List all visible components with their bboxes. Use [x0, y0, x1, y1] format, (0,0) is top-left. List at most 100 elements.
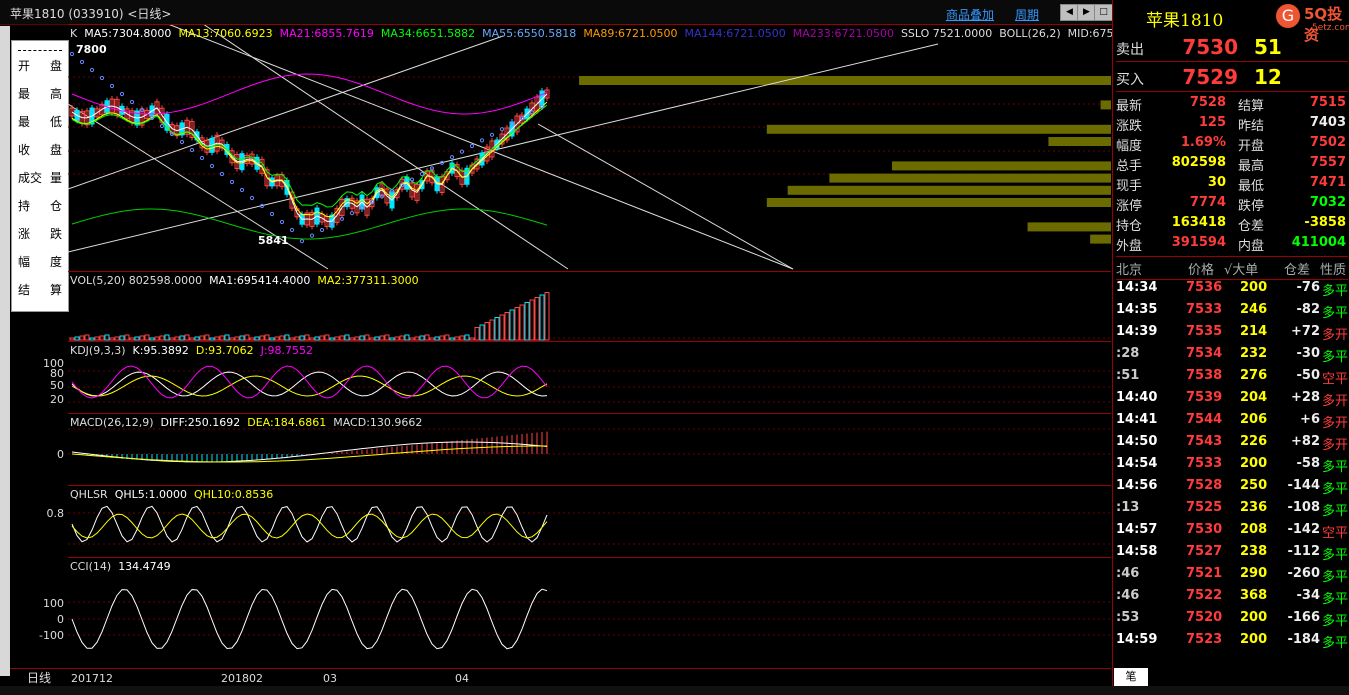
tick-oi-change: -58	[1296, 456, 1321, 471]
low-price-label: 5841	[258, 234, 289, 247]
tick-time: 14:35	[1116, 302, 1158, 317]
tick-nature: 多平	[1322, 614, 1349, 629]
tick-nature: 多平	[1322, 592, 1349, 607]
stat-row: 持仓 163418 仓差 -3858	[1116, 214, 1348, 234]
quote-field-label: 收盘	[12, 141, 68, 158]
stat-label: 最新	[1116, 99, 1143, 114]
chart-header-bar: 苹果1810 (033910) <日线> 商品叠加 周期 ◀ ▶ □	[0, 0, 1113, 25]
tick-row: :13 7525 236 -108 多平	[1116, 498, 1348, 520]
tick-time: :46	[1116, 588, 1140, 603]
tick-price: 7534	[1186, 346, 1223, 361]
tick-nature: 多平	[1322, 504, 1349, 519]
tick-volume: 238	[1240, 544, 1268, 559]
quote-field-char: 最	[18, 115, 31, 129]
tick-oi-change: +28	[1291, 390, 1320, 405]
tick-oi-change: -50	[1296, 368, 1321, 383]
tick-price: 7520	[1186, 610, 1223, 625]
qhlsr-axis-08: 0.8	[46, 507, 65, 520]
quote-field-label: 涨跌	[12, 225, 68, 242]
macd-axis-0: 0	[57, 448, 64, 461]
tick-volume: 232	[1240, 346, 1268, 361]
left-toolbar[interactable]	[0, 26, 10, 676]
legend-item: VOL(5,20) 802598.0000	[70, 274, 203, 287]
quote-field-char: 仓	[49, 199, 62, 213]
legend-item: K	[70, 27, 78, 40]
macd-legend: MACD(26,12,9) DIFF:250.1692 DEA:184.6861 MA…	[70, 416, 429, 429]
legend-item: MA5:7304.8000	[84, 27, 172, 40]
tick-volume: 200	[1240, 280, 1268, 295]
stat-value: -3858	[1304, 215, 1346, 230]
stat-label: 涨停	[1116, 199, 1143, 214]
quote-field-char: 成交	[18, 171, 43, 185]
tick-row: 14:34 7536 200 -76 多平	[1116, 278, 1348, 300]
legend-item: MA233:6721.0500	[792, 27, 894, 40]
kdj-axis-50: 50	[50, 379, 64, 392]
quote-field-char: 算	[49, 283, 62, 297]
tick-oi-change: -144	[1287, 478, 1320, 493]
period-label[interactable]: 日线	[10, 668, 68, 687]
tick-oi-change: +82	[1291, 434, 1320, 449]
legend-item: K:95.3892	[132, 344, 189, 357]
tick-oi-change: +6	[1300, 412, 1320, 427]
tick-volume: 208	[1240, 522, 1268, 537]
tick-nature: 多平	[1322, 350, 1349, 365]
stat-label: 总手	[1116, 159, 1143, 174]
tick-price: 7535	[1186, 324, 1223, 339]
stat-value: 802598	[1171, 155, 1226, 170]
tick-oi-change: -112	[1287, 544, 1320, 559]
stat-label: 幅度	[1116, 139, 1143, 154]
tick-volume: 250	[1240, 478, 1268, 493]
stat-label: 跌停	[1238, 199, 1265, 214]
quote-field-char: 开	[18, 59, 31, 73]
volume-legend: VOL(5,20) 802598.0000 MA1:695414.4000 MA2:…	[70, 274, 426, 287]
tick-nature: 多开	[1322, 416, 1349, 431]
logo-subtext: 5etz.com	[1312, 23, 1349, 33]
chart-title: 苹果1810 (033910) <日线>	[10, 7, 172, 21]
stat-label: 结算	[1238, 99, 1265, 114]
cci-axis-neg100: -100	[39, 629, 64, 642]
tick-volume: 200	[1240, 610, 1268, 625]
site-logo: G 5Q投资 5etz.com	[1276, 4, 1349, 44]
tick-nature: 多平	[1322, 306, 1349, 321]
stat-row: 外盘 391594 内盘 411004	[1116, 234, 1348, 254]
legend-item: MA13:7060.6923	[178, 27, 273, 40]
tick-header-time: 北京	[1116, 263, 1143, 278]
tick-price: 7521	[1186, 566, 1223, 581]
tick-volume: 200	[1240, 456, 1268, 471]
tick-row: :51 7538 276 -50 空平	[1116, 366, 1348, 388]
quote-field-char: 高	[49, 87, 62, 101]
stat-value: 411004	[1291, 235, 1346, 250]
period-link[interactable]: 周期	[1015, 6, 1039, 23]
stat-value: 30	[1207, 175, 1226, 190]
quote-field-char: 涨	[18, 227, 31, 241]
tick-oi-change: -260	[1287, 566, 1320, 581]
x-tick: 03	[323, 672, 337, 685]
tick-price: 7527	[1186, 544, 1223, 559]
stat-label: 涨跌	[1116, 119, 1143, 134]
tick-nature: 多平	[1322, 460, 1349, 475]
tick-price: 7523	[1186, 632, 1223, 647]
quote-field-label: 开盘	[12, 57, 68, 74]
tick-nature: 多平	[1322, 570, 1349, 585]
overlay-commodity-link[interactable]: 商品叠加	[946, 6, 994, 23]
legend-item: QHL5:1.0000	[114, 488, 187, 501]
legend-item: MACD(26,12,9)	[70, 416, 154, 429]
tick-price: 7536	[1186, 280, 1223, 295]
expand-icon[interactable]: □	[1094, 4, 1113, 21]
tick-tab[interactable]: 笔	[1114, 668, 1148, 686]
kdj-panel: KDJ(9,3,3) K:95.3892 D:93.7062 J:98.7552	[68, 341, 1111, 414]
stat-label: 最低	[1238, 179, 1265, 194]
quote-field-char: 低	[49, 115, 62, 129]
stat-label: 现手	[1116, 179, 1143, 194]
quote-field-char: 跌	[49, 227, 62, 241]
qhlsr-panel: QHLSR QHL5:1.0000 QHL10:0.8536	[68, 485, 1111, 558]
legend-item: DIFF:250.1692	[160, 416, 241, 429]
tick-time: 14:59	[1116, 632, 1158, 647]
legend-item: MA1:695414.4000	[209, 274, 311, 287]
tick-price: 7533	[1186, 456, 1223, 471]
ask-label: 卖出	[1116, 42, 1144, 58]
cci-axis-100: 100	[43, 597, 64, 610]
status-bar	[0, 686, 1349, 695]
tick-oi-change: -142	[1287, 522, 1320, 537]
x-axis: 201712 201802 03 04	[68, 668, 1111, 687]
